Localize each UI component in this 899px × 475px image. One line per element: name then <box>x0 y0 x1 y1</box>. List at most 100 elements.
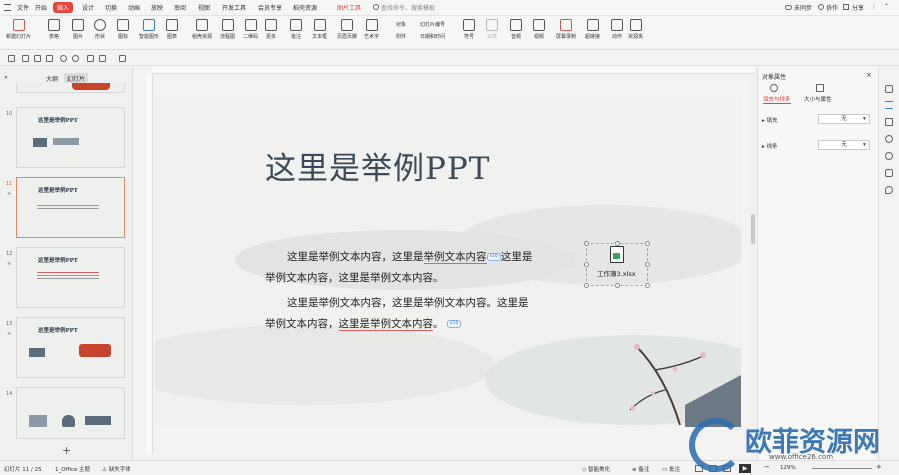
redo-icon[interactable] <box>72 55 79 62</box>
collapse-icon[interactable]: ⌃ <box>884 3 889 10</box>
menu-developer[interactable]: 开发工具 <box>222 3 246 12</box>
object-button[interactable]: 对象 <box>396 21 406 28</box>
picture-button[interactable]: 图片 <box>72 19 84 40</box>
tab-fill-line[interactable]: 填充与线条 <box>763 95 791 104</box>
screen-record-button[interactable]: 屏幕录制 <box>556 19 576 40</box>
missing-font-button[interactable]: ⚠ 缺失字体 <box>102 465 131 473</box>
qrcode-button[interactable]: 二维码 <box>243 19 258 40</box>
sliders-icon[interactable] <box>885 101 893 109</box>
slide-thumbnail-13[interactable]: 这里是举例PPT <box>16 317 125 378</box>
notes-button[interactable]: ≡ 备注 <box>632 465 649 473</box>
print-icon[interactable] <box>34 55 41 62</box>
wordart-button[interactable]: 艺术字 <box>364 19 379 40</box>
scrollbar-thumb[interactable] <box>751 214 755 244</box>
fill-section-label[interactable]: ▸ 填充 <box>762 116 778 124</box>
textbox-button[interactable]: 文本框 <box>312 19 327 40</box>
slide-thumbnail-12[interactable]: 这里是举例PPT <box>16 247 125 308</box>
menu-icon[interactable] <box>4 4 11 11</box>
badge[interactable]: x16 <box>446 320 462 328</box>
resize-handle[interactable] <box>645 283 650 288</box>
menu-transition[interactable]: 切换 <box>105 3 117 12</box>
icons-button[interactable]: 图标 <box>117 19 129 40</box>
smart-beautify-button[interactable]: ◇ 智能美化 <box>582 465 610 473</box>
menu-insert[interactable]: 插入 <box>53 2 74 13</box>
more-button[interactable]: 更多 <box>265 19 277 40</box>
menu-picture-tool[interactable]: 图片工具 <box>337 3 361 12</box>
resize-handle[interactable] <box>645 241 650 246</box>
more-icon[interactable]: ⋮ <box>871 3 877 10</box>
flowchart-button[interactable]: 流程图 <box>220 19 235 40</box>
preview-icon[interactable] <box>46 55 53 62</box>
slide-thumbnail-11[interactable]: 这里是举例PPT <box>16 177 125 238</box>
slide-canvas[interactable]: 这里是举例PPT 这里是举例文本内容，这里是举例文本内容 x16 这里是 举例文本内… <box>155 95 741 427</box>
picture-small-icon[interactable] <box>119 55 126 62</box>
resize-handle[interactable] <box>615 283 620 288</box>
header-footer-button[interactable]: 页眉页脚 <box>337 19 357 40</box>
menu-slideshow[interactable]: 放映 <box>151 3 163 12</box>
menu-member[interactable]: 会员专享 <box>258 3 282 12</box>
new-slide-button[interactable]: 新建幻灯片 <box>6 19 31 40</box>
tab-outline[interactable]: 大纲 <box>46 74 58 83</box>
search-box[interactable]: 查找命令、搜索模板 <box>381 3 435 12</box>
action-button[interactable]: 动作 <box>611 19 623 40</box>
unsync-label[interactable]: 未同步 <box>794 3 812 12</box>
paragraph-1-line-1[interactable]: 这里是举例文本内容，这里是举例文本内容 x16 这里是 <box>287 249 532 264</box>
video-button[interactable]: 视频 <box>533 19 545 40</box>
paragraph-1-line-2[interactable]: 举例文本内容，这里是举例文本内容。 <box>265 270 444 285</box>
slide-thumbnail-14[interactable] <box>16 387 125 439</box>
slide-number-button[interactable]: 幻灯片编号 <box>420 21 445 28</box>
hyperlink-button[interactable]: 超链接 <box>585 19 600 40</box>
export-icon[interactable] <box>22 55 29 62</box>
save-icon[interactable] <box>8 55 15 62</box>
properties-icon[interactable] <box>885 85 893 93</box>
table-button[interactable]: 表格 <box>48 19 60 40</box>
smartart-button[interactable]: 智能图形 <box>139 19 159 40</box>
fill-dropdown[interactable]: 无 ▾ <box>818 114 870 124</box>
datetime-button[interactable]: 日期和时间 <box>420 33 445 40</box>
shape-button[interactable]: 形状 <box>94 19 106 40</box>
symbol-button[interactable]: 符号 <box>463 19 475 40</box>
menu-review[interactable]: 审阅 <box>174 3 186 12</box>
menu-home[interactable]: 开始 <box>35 3 47 12</box>
vertical-scrollbar[interactable] <box>750 74 756 454</box>
play-icon[interactable] <box>99 55 106 62</box>
resize-handle[interactable] <box>584 283 589 288</box>
resize-handle[interactable] <box>645 262 650 267</box>
paragraph-2-line-2[interactable]: 举例文本内容，这里是举例文本内容。 x16 <box>265 316 462 331</box>
menu-file[interactable]: 文件 <box>17 3 29 12</box>
slide-title[interactable]: 这里是举例PPT <box>265 143 490 188</box>
select-icon[interactable] <box>885 118 893 126</box>
resource-folder-button[interactable]: 资源夹 <box>628 19 643 40</box>
slide-thumbnail-9[interactable] <box>16 83 125 93</box>
docer-resource-button[interactable]: 稻壳资源 <box>192 19 212 40</box>
comment-status-button[interactable]: ▭ 批注 <box>662 465 680 473</box>
resize-handle[interactable] <box>584 241 589 246</box>
embedded-file-object[interactable]: 工作簿3.xlsx <box>584 241 650 288</box>
menu-animation[interactable]: 动画 <box>128 3 140 12</box>
tab-size-props[interactable]: 大小与属性 <box>804 95 832 103</box>
formula-button[interactable]: 公式 <box>486 19 498 40</box>
backup-icon[interactable] <box>885 169 893 177</box>
share-button[interactable]: 分享 <box>852 3 864 12</box>
paragraph-2-line-1[interactable]: 这里是举例文本内容，这里是举例文本内容。这里是 <box>287 295 529 310</box>
location-icon[interactable] <box>885 186 893 194</box>
chart-button[interactable]: 图表 <box>166 19 178 40</box>
collapse-pane-icon[interactable]: « <box>4 74 8 81</box>
menu-design[interactable]: 设计 <box>82 3 94 12</box>
pane-close-icon[interactable]: × <box>866 71 872 79</box>
undo-icon[interactable] <box>60 55 67 62</box>
help-icon[interactable] <box>885 152 893 160</box>
menu-docer[interactable]: 稻壳资源 <box>293 3 317 12</box>
audio-button[interactable]: 音频 <box>510 19 522 40</box>
animation-icon[interactable] <box>885 135 893 143</box>
format-painter-icon[interactable] <box>87 55 94 62</box>
add-slide-button[interactable]: + <box>62 444 71 457</box>
resize-handle[interactable] <box>584 262 589 267</box>
line-section-label[interactable]: ▸ 线条 <box>762 142 778 150</box>
badge[interactable]: x16 <box>486 253 501 261</box>
slide-thumbnail-10[interactable]: 这里是举例PPT <box>16 107 125 168</box>
attachment-button[interactable]: 附件 <box>396 33 406 40</box>
line-dropdown[interactable]: 无 ▾ <box>818 140 870 150</box>
collab-button[interactable]: 协作 <box>826 3 838 12</box>
comment-button[interactable]: 批注 <box>290 19 302 40</box>
